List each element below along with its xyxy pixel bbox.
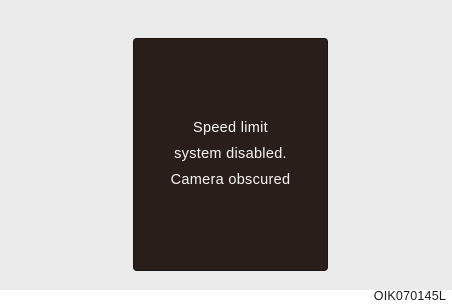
cluster-display: Speed limit system disabled. Camera obsc… bbox=[133, 38, 328, 271]
message-line-1: Speed limit bbox=[192, 119, 269, 136]
warning-message: Speed limit system disabled. Camera obsc… bbox=[133, 115, 328, 193]
message-line-2: system disabled. bbox=[174, 145, 287, 162]
message-line-3: Camera obscured bbox=[170, 171, 291, 188]
figure-code: OIK070145L bbox=[373, 289, 446, 303]
